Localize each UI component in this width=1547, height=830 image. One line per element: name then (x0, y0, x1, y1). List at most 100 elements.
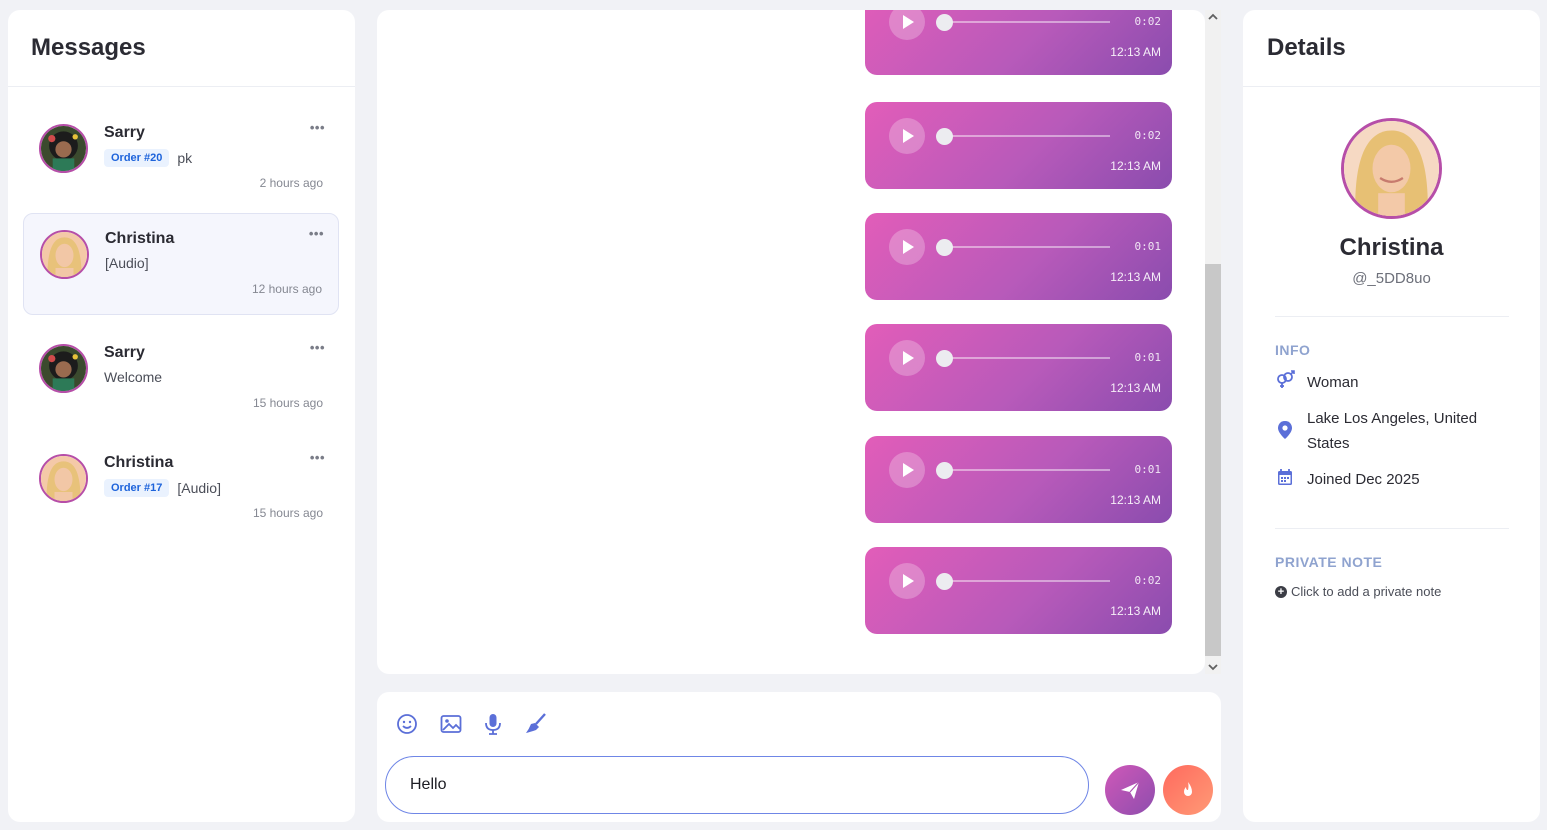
gender-row: Woman (1275, 370, 1512, 395)
contact-name: Sarry (104, 344, 145, 361)
profile-avatar (1341, 118, 1442, 219)
joined-row: Joined Dec 2025 (1275, 467, 1512, 492)
order-badge[interactable]: Order #17 (104, 479, 170, 497)
audio-message: 0:01 12:13 AM (865, 436, 1172, 523)
plus-circle-icon: + (1275, 585, 1287, 598)
audio-duration: 0:02 (1134, 15, 1162, 28)
audio-duration: 0:01 (1134, 463, 1162, 476)
audio-duration: 0:01 (1134, 240, 1162, 253)
audio-progress-knob[interactable] (936, 239, 953, 256)
message-time: 12:13 AM (1110, 159, 1161, 173)
audio-progress-track[interactable] (945, 469, 1110, 471)
audio-message: 0:01 12:13 AM (865, 213, 1172, 300)
divider (1275, 316, 1509, 317)
avatar (40, 230, 89, 279)
conversation-time: 15 hours ago (252, 396, 323, 410)
play-icon[interactable] (889, 452, 925, 488)
calendar-icon (1275, 467, 1295, 487)
messages-header: Messages (8, 10, 355, 87)
message-time: 12:13 AM (1110, 45, 1161, 59)
audio-message: 0:02 12:13 AM (865, 102, 1172, 189)
fire-icon (1184, 782, 1192, 796)
audio-progress-track[interactable] (945, 21, 1110, 23)
conversation-item-christina[interactable]: Christina ••• Order #17 [Audio] 15 hours… (23, 438, 339, 540)
profile-name: Christina (1339, 234, 1444, 261)
message-preview: Welcome (104, 369, 163, 385)
audio-progress-knob[interactable] (936, 128, 953, 145)
conversation-item-sarry[interactable]: Sarry ••• Order #20 pk 2 hours ago (23, 108, 339, 210)
order-badge[interactable]: Order #20 (104, 149, 170, 167)
image-icon[interactable] (439, 712, 463, 736)
profile-handle: @_5DD8uo (1352, 270, 1431, 287)
gender-value: Woman (1307, 374, 1359, 391)
message-time: 12:13 AM (1110, 604, 1161, 618)
play-icon[interactable] (889, 229, 925, 265)
location-pin-icon (1275, 420, 1295, 440)
audio-progress-track[interactable] (945, 246, 1110, 248)
audio-progress-knob[interactable] (936, 573, 953, 590)
private-note-section-title: PRIVATE NOTE (1275, 554, 1383, 570)
details-title: Details (1267, 34, 1346, 61)
location-row: Lake Los Angeles, United States (1275, 406, 1512, 456)
audio-progress-knob[interactable] (936, 462, 953, 479)
add-note-label: Click to add a private note (1291, 584, 1442, 599)
message-time: 12:13 AM (1110, 270, 1161, 284)
add-private-note-button[interactable]: + Click to add a private note (1275, 584, 1441, 599)
messages-title: Messages (31, 34, 146, 61)
message-time: 12:13 AM (1110, 381, 1161, 395)
audio-message: 0:01 12:13 AM (865, 324, 1172, 411)
more-options-icon[interactable]: ••• (310, 450, 325, 465)
send-button[interactable] (1105, 765, 1155, 815)
gift-button[interactable] (1163, 765, 1213, 815)
audio-progress-track[interactable] (945, 135, 1110, 137)
joined-value: Joined Dec 2025 (1307, 471, 1420, 488)
scroll-down-arrow-icon[interactable] (1205, 660, 1221, 674)
contact-name: Sarry (104, 124, 145, 141)
microphone-icon[interactable] (481, 712, 505, 736)
paper-plane-icon (1121, 781, 1140, 799)
play-icon[interactable] (889, 563, 925, 599)
audio-progress-track[interactable] (945, 580, 1110, 582)
audio-progress-knob[interactable] (936, 350, 953, 367)
brush-icon[interactable] (524, 712, 548, 736)
audio-duration: 0:01 (1134, 351, 1162, 364)
audio-progress-track[interactable] (945, 357, 1110, 359)
message-preview: pk (177, 150, 193, 166)
audio-progress-knob[interactable] (936, 14, 953, 31)
more-options-icon[interactable]: ••• (309, 226, 324, 241)
message-composer (377, 692, 1221, 822)
avatar (39, 344, 88, 393)
message-preview: [Audio] (105, 255, 149, 271)
message-preview: [Audio] (177, 480, 221, 496)
emoji-icon[interactable] (395, 712, 419, 736)
avatar (39, 454, 88, 503)
gender-icon (1275, 370, 1295, 390)
audio-message: 0:02 12:13 AM (865, 547, 1172, 634)
audio-message: 0:02 12:13 AM (865, 10, 1172, 75)
location-value: Lake Los Angeles, United States (1307, 410, 1478, 452)
message-time: 12:13 AM (1110, 493, 1161, 507)
audio-duration: 0:02 (1134, 129, 1162, 142)
play-icon[interactable] (889, 118, 925, 154)
conversation-time: 15 hours ago (252, 506, 323, 520)
audio-duration: 0:02 (1134, 574, 1162, 587)
details-header: Details (1243, 10, 1540, 87)
conversation-time: 12 hours ago (251, 282, 322, 296)
scrollbar-thumb[interactable] (1205, 264, 1221, 656)
chat-thread[interactable]: 0:02 12:13 AM 0:02 12:13 AM 0:01 12:13 A… (377, 10, 1205, 674)
chat-scrollbar[interactable] (1205, 10, 1221, 674)
more-options-icon[interactable]: ••• (310, 120, 325, 135)
contact-name: Christina (105, 230, 175, 247)
avatar (39, 124, 88, 173)
play-icon[interactable] (889, 340, 925, 376)
scroll-up-arrow-icon[interactable] (1205, 10, 1221, 24)
more-options-icon[interactable]: ••• (310, 340, 325, 355)
conversation-item-sarry[interactable]: Sarry ••• Welcome 15 hours ago (23, 328, 339, 430)
conversation-item-christina[interactable]: Christina ••• [Audio] 12 hours ago (23, 213, 339, 315)
conversation-time: 2 hours ago (259, 176, 323, 190)
contact-name: Christina (104, 454, 174, 471)
message-input[interactable] (385, 756, 1089, 814)
play-icon[interactable] (889, 10, 925, 40)
divider (1275, 528, 1509, 529)
messages-panel: Messages Sarry ••• Order #20 pk 2 hours … (8, 10, 355, 822)
